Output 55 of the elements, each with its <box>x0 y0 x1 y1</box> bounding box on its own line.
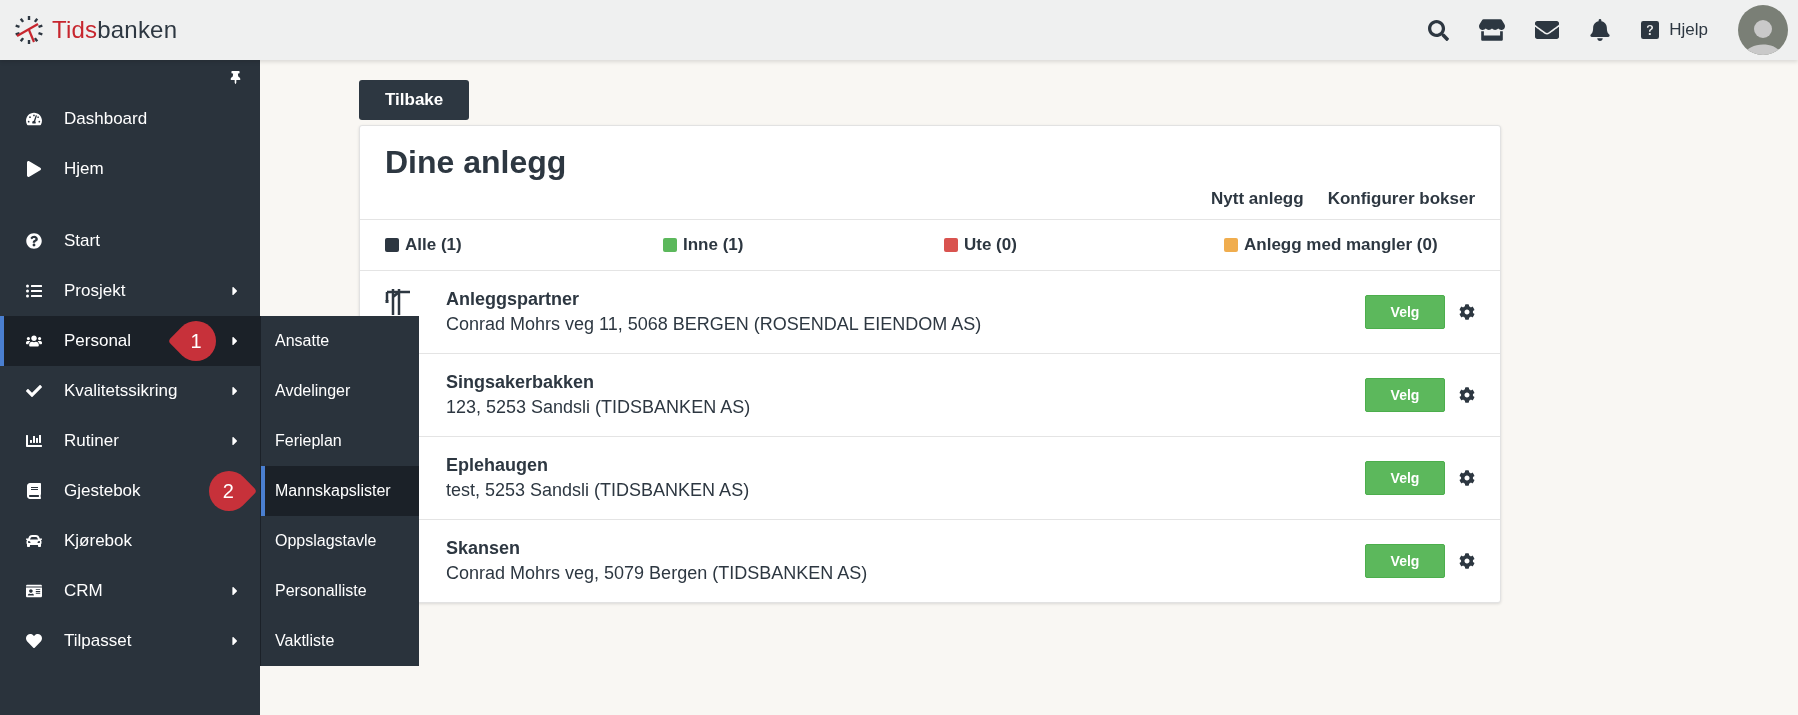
help-icon <box>26 233 42 249</box>
envelope-icon[interactable] <box>1535 18 1560 42</box>
sidebar-item[interactable]: Dashboard <box>0 94 166 144</box>
site-name: Anleggspartner <box>446 289 581 310</box>
settings-icon[interactable] <box>1459 387 1475 403</box>
sidebar-item[interactable]: CRM <box>0 566 260 616</box>
submenu-item[interactable]: Vaktliste <box>261 616 419 666</box>
id-card-icon <box>26 583 42 599</box>
back-button[interactable]: Tilbake <box>359 80 470 120</box>
play-icon <box>26 161 42 177</box>
list-icon <box>26 283 42 299</box>
site-name: Singsakerbakken <box>446 372 596 393</box>
bar-chart-icon <box>26 433 42 449</box>
store-icon[interactable] <box>1479 17 1506 43</box>
filter-link[interactable]: Anlegg med mangler (0) <box>1224 235 1475 255</box>
submenu-item[interactable]: Mannskapslister <box>261 466 419 516</box>
sidebar-item[interactable]: Hjem <box>0 144 122 194</box>
gauge-icon <box>26 111 42 127</box>
car-icon <box>26 533 42 549</box>
site-address: test, 5253 Sandsli (TIDSBANKEN AS) <box>446 480 750 501</box>
book-icon <box>26 483 42 499</box>
logo-icon <box>14 15 44 45</box>
search-icon[interactable] <box>1428 19 1450 41</box>
settings-icon[interactable] <box>1459 470 1475 486</box>
submenu-item[interactable]: Oppslagstavle <box>261 516 419 566</box>
logo-text: Tidsbanken <box>52 16 178 44</box>
avatar[interactable] <box>1738 5 1788 55</box>
site-name: Skansen <box>446 538 522 559</box>
submenu-item[interactable]: Ansatte <box>261 316 419 366</box>
card-title: Dine anlegg <box>385 144 568 181</box>
action-link[interactable]: Konfigurer bokser <box>1327 189 1475 209</box>
site-name: Eplehaugen <box>446 455 549 476</box>
submenu-item[interactable]: Avdelinger <box>261 366 419 416</box>
site-address: Conrad Mohrs veg, 5079 Bergen (TIDSBANKEN AS) <box>446 563 868 584</box>
site-address: 123, 5253 Sandsli (TIDSBANKEN AS) <box>446 397 751 418</box>
action-link[interactable]: Nytt anlegg <box>1211 189 1304 209</box>
heart-icon <box>26 633 42 649</box>
filter-link[interactable]: Alle (1) <box>385 235 663 255</box>
sidebar-item[interactable]: Tilpasset <box>0 616 260 666</box>
site-address: Conrad Mohrs veg 11, 5068 BERGEN (ROSENDAL EIENDOM AS) <box>446 314 982 335</box>
help-icon <box>1641 21 1660 39</box>
sidebar-item[interactable]: Gjestebok <box>0 466 159 516</box>
filter-link[interactable]: Inne (1) <box>663 235 944 255</box>
people-icon <box>26 333 42 349</box>
settings-icon[interactable] <box>1459 304 1475 320</box>
settings-icon[interactable] <box>1459 553 1475 569</box>
filter-link[interactable]: Ute (0) <box>944 235 1224 255</box>
pin-icon[interactable] <box>229 70 242 84</box>
checkmark-icon <box>26 383 42 399</box>
submenu-item[interactable]: Ferieplan <box>261 416 419 466</box>
help-link[interactable]: Hjelp <box>1641 20 1708 40</box>
bell-icon[interactable] <box>1589 19 1612 41</box>
sidebar-item[interactable]: Kjørebok <box>0 516 151 566</box>
sidebar-item[interactable]: Start <box>0 216 118 266</box>
submenu-item[interactable]: Personalliste <box>261 566 419 616</box>
